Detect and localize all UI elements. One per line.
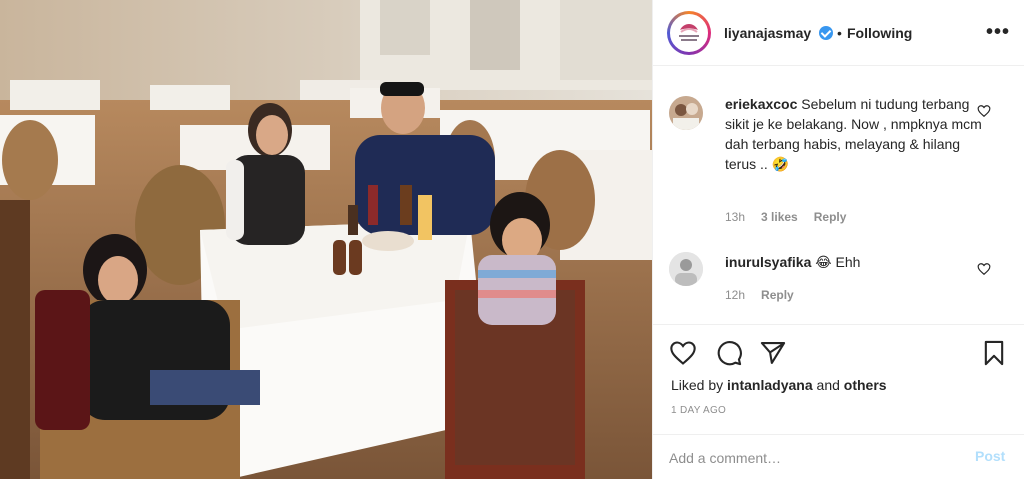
liked-by-others-link[interactable]: others bbox=[844, 377, 887, 393]
liked-by-and: and bbox=[816, 377, 840, 393]
comment-meta: 12h Reply bbox=[725, 288, 794, 302]
heart-icon[interactable] bbox=[669, 339, 697, 367]
comment-time: 12h bbox=[725, 288, 746, 302]
comment-body: inurulsyafika 😂 Ehh bbox=[725, 252, 975, 272]
post-actions: Liked by intanladyana and others 1 DAY A… bbox=[653, 324, 1024, 434]
avatar-image bbox=[669, 252, 703, 286]
more-options-icon[interactable]: ••• bbox=[986, 22, 1010, 42]
comments-list: eriekaxcoc Sebelum ni tudung terbang sik… bbox=[653, 66, 1024, 324]
comment-avatar[interactable] bbox=[669, 96, 703, 130]
post-timestamp[interactable]: 1 DAY AGO bbox=[671, 405, 726, 416]
comment-likes[interactable]: 3 likes bbox=[761, 210, 798, 224]
comment-meta: 13h 3 likes Reply bbox=[725, 210, 846, 224]
comment-time: 13h bbox=[725, 210, 746, 224]
liked-by-prefix: Liked by bbox=[671, 377, 724, 393]
comment-like-heart-icon[interactable] bbox=[977, 104, 991, 118]
post-photo[interactable] bbox=[0, 0, 652, 479]
share-icon[interactable] bbox=[759, 339, 787, 367]
comment-body: eriekaxcoc Sebelum ni tudung terbang sik… bbox=[725, 94, 985, 174]
add-comment-input[interactable] bbox=[669, 447, 959, 469]
comment-username[interactable]: eriekaxcoc bbox=[725, 96, 797, 112]
comment-text: 😂 Ehh bbox=[815, 254, 861, 270]
logo-icon bbox=[672, 16, 706, 50]
comment-username[interactable]: inurulsyafika bbox=[725, 254, 811, 270]
post-header: liyanajasmay • Following ••• bbox=[653, 0, 1024, 66]
separator-dot: • bbox=[837, 25, 842, 41]
bookmark-icon[interactable] bbox=[980, 339, 1008, 367]
follow-status-button[interactable]: Following bbox=[847, 25, 912, 41]
comment-avatar[interactable] bbox=[669, 252, 703, 286]
reply-button[interactable]: Reply bbox=[761, 288, 794, 302]
liked-by-summary: Liked by intanladyana and others bbox=[671, 377, 887, 393]
liked-by-user-link[interactable]: intanladyana bbox=[727, 377, 813, 393]
post-sidebar: liyanajasmay • Following ••• eriekaxcoc … bbox=[652, 0, 1024, 479]
restaurant-family-photo bbox=[0, 0, 652, 479]
add-comment-bar: Post bbox=[653, 434, 1024, 479]
comment-like-heart-icon[interactable] bbox=[977, 262, 991, 276]
profile-avatar[interactable] bbox=[667, 11, 711, 55]
comment-icon[interactable] bbox=[715, 339, 743, 367]
avatar-image bbox=[670, 14, 708, 52]
reply-button[interactable]: Reply bbox=[814, 210, 847, 224]
header-username[interactable]: liyanajasmay bbox=[724, 25, 811, 41]
post-comment-button[interactable]: Post bbox=[975, 448, 1005, 464]
verified-badge-icon bbox=[819, 26, 833, 40]
avatar-image bbox=[669, 96, 703, 130]
